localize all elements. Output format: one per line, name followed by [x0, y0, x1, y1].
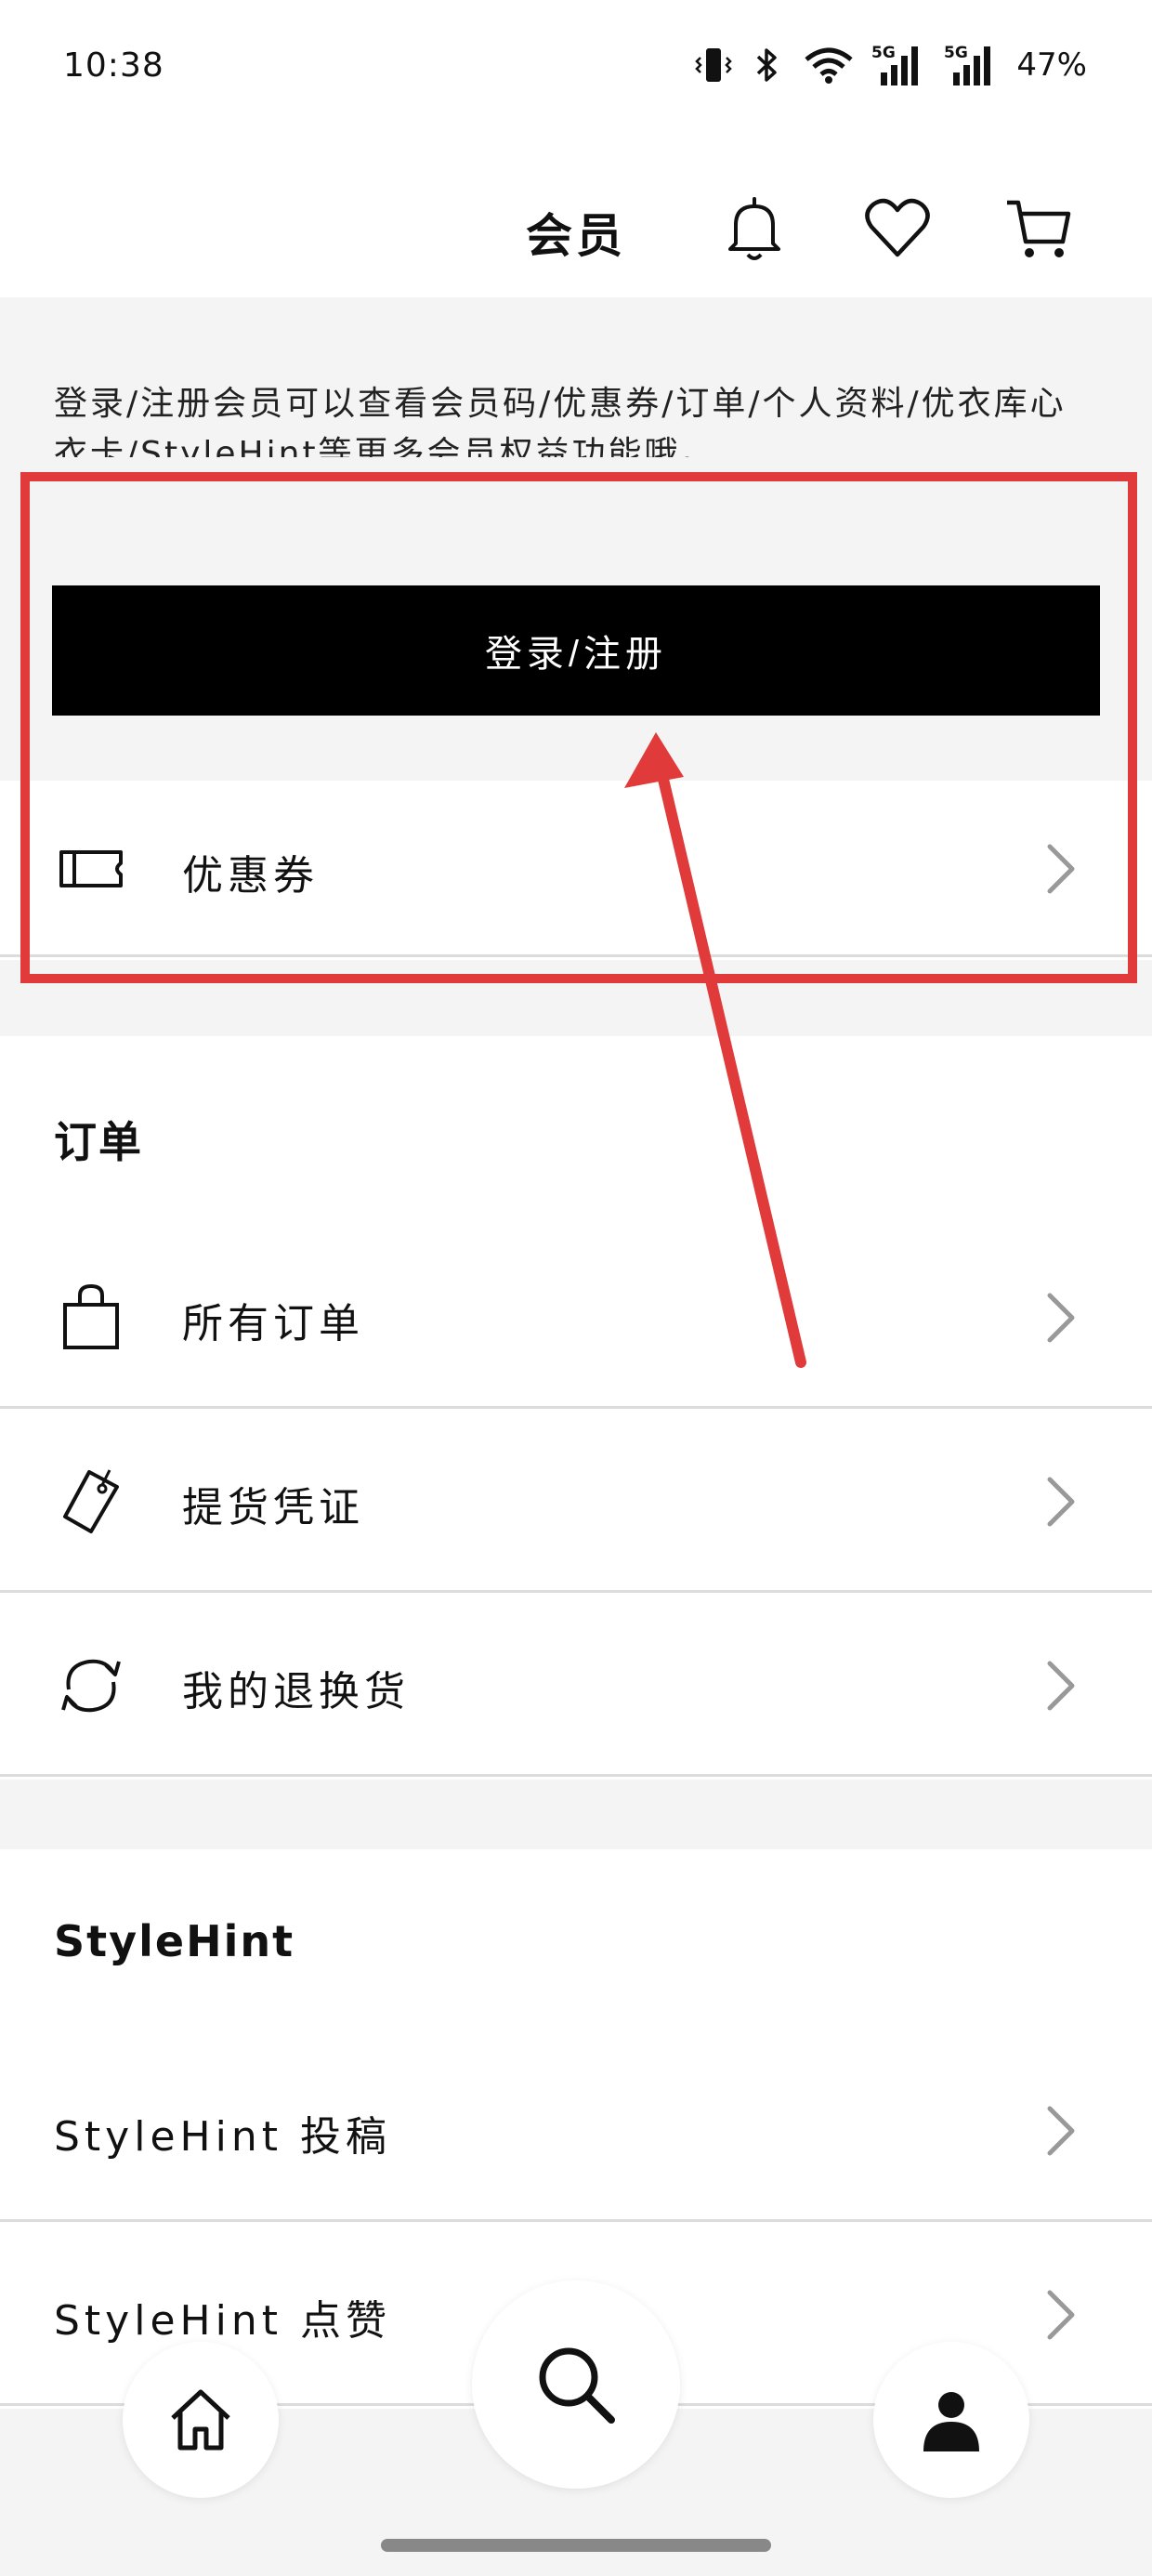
- order-row-label: 所有订单: [182, 1300, 364, 1347]
- vibrate-icon: [695, 48, 733, 82]
- cart-icon[interactable]: [1001, 191, 1076, 266]
- signal-icon-2: 5G: [944, 44, 991, 85]
- page-title: 会员: [526, 209, 626, 263]
- login-section: 登录/注册会员可以查看会员码/优惠券/订单/个人资料/优衣库心衣卡/StyleH…: [0, 297, 1152, 781]
- order-row-returns[interactable]: 我的退换货: [0, 1595, 1152, 1777]
- chevron-right-icon: [1047, 1477, 1075, 1527]
- status-time: 10:38: [63, 46, 164, 85]
- svg-text:5G: 5G: [871, 44, 896, 62]
- account-button[interactable]: [873, 2342, 1029, 2498]
- svg-text:5G: 5G: [944, 44, 968, 62]
- chevron-right-icon: [1047, 2106, 1075, 2156]
- shopping-bag-icon: [63, 1283, 119, 1349]
- search-icon: [539, 2347, 615, 2424]
- wifi-icon: [805, 47, 854, 84]
- coupon-label: 优惠券: [182, 852, 319, 900]
- signal-icon-1: 5G: [871, 44, 919, 85]
- gesture-bar[interactable]: [381, 2539, 771, 2552]
- ticket-icon: [59, 850, 123, 887]
- order-row-all[interactable]: 所有订单: [0, 1227, 1152, 1409]
- bell-icon[interactable]: [717, 191, 792, 266]
- coupon-row[interactable]: 优惠券: [0, 781, 1152, 957]
- login-register-button[interactable]: 登录/注册: [52, 585, 1100, 716]
- order-row-label: 我的退换货: [182, 1668, 410, 1715]
- order-row-label: 提货凭证: [182, 1484, 364, 1531]
- app-header: 会员: [0, 139, 1152, 297]
- orders-section-title: 订单: [54, 1117, 143, 1167]
- bluetooth-icon: [757, 48, 778, 82]
- tag-icon: [63, 1469, 119, 1533]
- status-icons: 5G 5G 47%: [695, 43, 1087, 87]
- stylehint-section-title: StyleHint: [54, 1916, 295, 1966]
- bottom-navigation: [0, 2267, 1152, 2546]
- order-row-pickup[interactable]: 提货凭证: [0, 1411, 1152, 1593]
- login-description: 登录/注册会员可以查看会员码/优惠券/订单/个人资料/优衣库心衣卡/StyleH…: [54, 385, 1067, 457]
- home-icon: [171, 2389, 230, 2451]
- stylehint-row-label: StyleHint 投稿: [54, 2113, 391, 2161]
- section-divider: [0, 1780, 1152, 1849]
- chevron-right-icon: [1047, 1661, 1075, 1711]
- search-button[interactable]: [472, 2280, 680, 2489]
- chevron-right-icon: [1047, 844, 1075, 894]
- battery-level: 47%: [1016, 46, 1087, 84]
- section-divider: [0, 960, 1152, 1036]
- refresh-icon: [61, 1659, 121, 1713]
- stylehint-row-post[interactable]: StyleHint 投稿: [0, 2040, 1152, 2222]
- chevron-right-icon: [1047, 1293, 1075, 1343]
- heart-icon[interactable]: [860, 191, 935, 266]
- account-icon: [923, 2392, 979, 2451]
- home-button[interactable]: [123, 2342, 279, 2498]
- status-bar: 10:38 5G 5G 47%: [0, 0, 1152, 139]
